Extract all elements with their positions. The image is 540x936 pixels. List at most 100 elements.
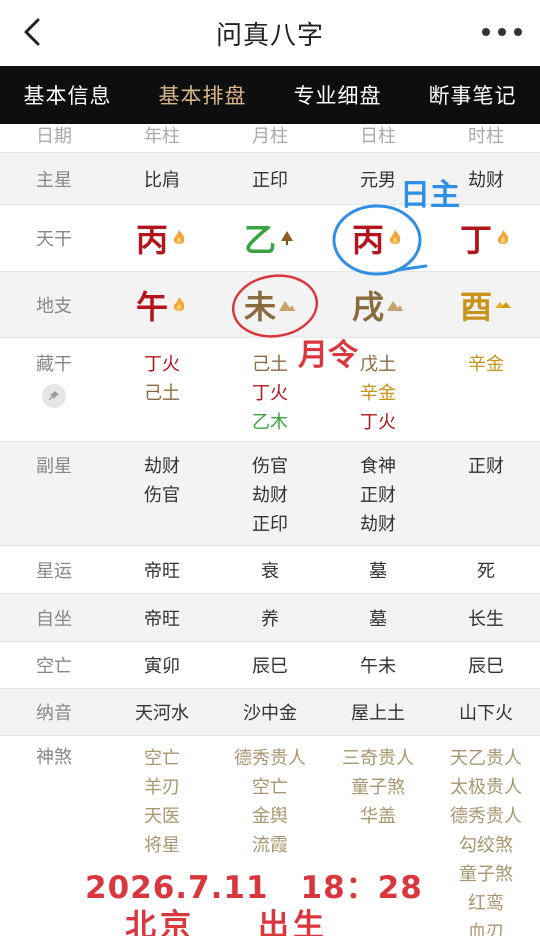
stem-char: 丁: [459, 221, 492, 259]
shensha-item[interactable]: 空亡: [144, 744, 180, 773]
table-row-heavenly-stems: 天干 丙 乙 丙 丁: [0, 204, 540, 271]
table-cell: 辰巳: [468, 656, 504, 677]
hidden-stem: 丁火: [360, 412, 396, 433]
column-header-row: 日期 年柱 月柱 日柱 时柱: [0, 118, 540, 152]
table-cell: 辰巳: [252, 656, 288, 677]
row-label: 天干: [36, 229, 72, 250]
shensha-item[interactable]: 华盖: [360, 802, 396, 831]
table-cell: 劫财 伤官: [108, 452, 216, 545]
shensha-item[interactable]: 血刃: [468, 918, 504, 936]
secondary-star: 劫财: [252, 485, 288, 506]
column-header: 年柱: [144, 126, 180, 147]
shensha-item[interactable]: 太极贵人: [450, 773, 522, 802]
metal-icon: [495, 301, 511, 308]
row-label: 神煞: [36, 747, 72, 768]
hidden-stem: 辛金: [468, 354, 504, 375]
hidden-stem: 丁火: [252, 383, 288, 404]
shensha-item[interactable]: 金舆: [252, 802, 288, 831]
hidden-stem: 丁火: [144, 354, 180, 375]
row-label: 主星: [36, 169, 72, 191]
dot: [482, 28, 490, 36]
secondary-star: 正财: [468, 456, 504, 477]
pin-button[interactable]: [42, 384, 66, 408]
shensha-item[interactable]: 德秀贵人: [234, 744, 306, 773]
shensha-item[interactable]: 天乙贵人: [450, 744, 522, 773]
fire-icon: [497, 230, 509, 244]
stem-char: 乙: [243, 221, 276, 259]
table-cell: 劫财: [468, 169, 504, 191]
table-cell: 正印: [252, 169, 288, 191]
secondary-star: 正财: [360, 485, 396, 506]
table-row-secondary-stars: 副星 劫财 伤官 伤官 劫财 正印 食神 正财 劫财 正财: [0, 441, 540, 545]
tab-professional-chart[interactable]: 专业细盘: [294, 80, 382, 110]
table-cell: 伤官 劫财 正印: [216, 452, 324, 545]
table-cell[interactable]: 未: [216, 282, 324, 328]
table-cell: 山下火: [459, 703, 513, 724]
table-cell[interactable]: 酉: [432, 282, 540, 328]
row-label: 纳音: [36, 703, 72, 724]
table-cell: 死: [477, 560, 495, 582]
tab-basic-chart[interactable]: 基本排盘: [159, 80, 247, 110]
table-row-nayin: 纳音 天河水 沙中金 屋上土 山下火: [0, 688, 540, 735]
table-cell: 正财: [432, 452, 540, 545]
table-cell: 己土 丁火 乙木: [216, 350, 324, 441]
table-cell: 帝旺: [144, 608, 180, 630]
table-cell[interactable]: 戌: [324, 282, 432, 328]
tab-notes[interactable]: 断事笔记: [429, 80, 517, 110]
table-row-void: 空亡 寅卯 辰巳 午未 辰巳: [0, 641, 540, 688]
table-cell: 长生: [468, 608, 504, 630]
table-cell: 衰: [261, 560, 279, 582]
pin-icon: [49, 391, 59, 400]
hidden-stem: 乙木: [252, 412, 288, 433]
table-cell[interactable]: 乙: [216, 215, 324, 261]
table-cell: 戊土 辛金 丁火: [324, 350, 432, 441]
tab-basic-info[interactable]: 基本信息: [24, 80, 112, 110]
shensha-item[interactable]: 天医: [144, 802, 180, 831]
row-label: 空亡: [36, 656, 72, 677]
row-label-group: 藏干: [0, 350, 108, 441]
table-cell[interactable]: 丙: [324, 215, 432, 261]
shensha-item[interactable]: 童子煞: [351, 773, 405, 802]
table-cell[interactable]: 丙: [108, 215, 216, 261]
secondary-star: 伤官: [252, 456, 288, 477]
table-row-earthly-branches: 地支 午 未 戌 酉: [0, 271, 540, 337]
shensha-item[interactable]: 将星: [144, 831, 180, 860]
stem-char: 丙: [135, 221, 168, 259]
shensha-item[interactable]: 德秀贵人: [450, 802, 522, 831]
table-cell: 沙中金: [243, 703, 297, 724]
table-cell: 养: [261, 608, 279, 630]
table-cell[interactable]: 午: [108, 282, 216, 328]
more-options-button[interactable]: [482, 18, 522, 46]
table-cell: 寅卯: [144, 656, 180, 677]
table-cell: 墓: [369, 560, 387, 582]
tab-bar: 基本信息 基本排盘 专业细盘 断事笔记: [0, 66, 540, 124]
shensha-item[interactable]: 羊刃: [144, 773, 180, 802]
table-cell: 帝旺: [144, 560, 180, 582]
hidden-stem: 戊土: [360, 354, 396, 375]
shensha-item[interactable]: 空亡: [252, 773, 288, 802]
shensha-item[interactable]: 三奇贵人: [342, 744, 414, 773]
row-label: 地支: [36, 295, 72, 317]
shensha-item[interactable]: 勾绞煞: [459, 831, 513, 860]
shensha-item[interactable]: 红鸾: [468, 889, 504, 918]
fire-icon: [389, 230, 401, 244]
dot: [514, 28, 522, 36]
hidden-stem: 己土: [144, 383, 180, 404]
column-header: 月柱: [252, 126, 288, 147]
row-label: 副星: [36, 456, 72, 477]
shensha-item[interactable]: 流霞: [252, 831, 288, 860]
table-cell: 德秀贵人 空亡 金舆 流霞: [216, 744, 324, 935]
table-row-shensha: 神煞 空亡 羊刃 天医 将星 德秀贵人 空亡 金舆 流霞 三奇贵人 童子煞 华盖…: [0, 735, 540, 936]
earth-icon: [279, 300, 295, 311]
shensha-item[interactable]: 童子煞: [459, 860, 513, 889]
table-cell[interactable]: 丁: [432, 215, 540, 261]
fire-icon: [173, 296, 185, 311]
branch-char: 酉: [459, 287, 492, 326]
secondary-star: 正印: [252, 514, 288, 535]
secondary-star: 伤官: [144, 485, 180, 506]
hidden-stem: 己土: [252, 354, 288, 375]
table-cell: 天乙贵人 太极贵人 德秀贵人 勾绞煞 童子煞 红鸾 血刃: [432, 744, 540, 936]
table-cell: 三奇贵人 童子煞 华盖: [324, 744, 432, 935]
earth-icon: [387, 300, 403, 311]
branch-char: 戌: [351, 287, 384, 326]
